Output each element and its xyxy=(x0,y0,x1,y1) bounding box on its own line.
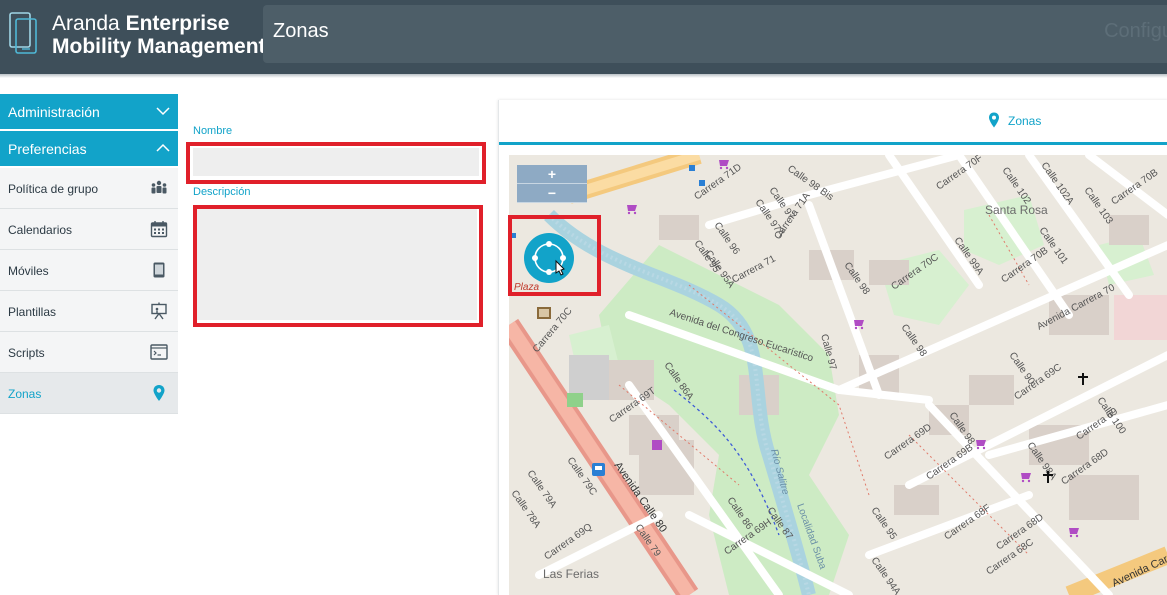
sidebar-section-preferencias[interactable]: Preferencias xyxy=(0,131,178,168)
sidebar-item-moviles[interactable]: Móviles xyxy=(0,250,178,291)
sidebar-item-label: Móviles xyxy=(8,264,49,278)
description-label: Descripción xyxy=(193,186,251,198)
terminal-icon xyxy=(150,344,168,360)
sidebar-item-zonas[interactable]: Zonas xyxy=(0,373,178,414)
tab-zonas[interactable]: Zonas xyxy=(989,112,1042,128)
map-pin-icon xyxy=(989,112,999,128)
mobile-icon xyxy=(153,262,165,278)
zoom-control: + − xyxy=(517,165,587,203)
map-marker-square xyxy=(689,165,695,171)
map-marker-square xyxy=(699,180,705,186)
shopping-bag-icon xyxy=(652,440,662,450)
sidebar-item-scripts[interactable]: Scripts xyxy=(0,332,178,373)
group-icon xyxy=(151,180,167,194)
sidebar-section-label: Administración xyxy=(8,104,100,120)
config-menu-label[interactable]: Configu xyxy=(1104,20,1167,43)
presentation-icon xyxy=(151,302,167,320)
sidebar-item-label: Scripts xyxy=(8,346,45,360)
app-logo-text: Aranda Enterprise Mobility Management xyxy=(52,12,266,58)
map-panel: Zonas Santa Rosa Las Ferias Plaza Avenid… xyxy=(498,100,1167,595)
app-header: Aranda Enterprise Mobility Management Zo… xyxy=(0,0,1167,74)
map-tab-bar: Zonas xyxy=(499,100,1167,145)
chevron-up-icon xyxy=(156,143,170,152)
name-highlight-box xyxy=(186,142,486,184)
sidebar-item-label: Calendarios xyxy=(8,223,73,237)
map-pin-icon xyxy=(153,385,165,401)
zoom-in-button[interactable]: + xyxy=(517,165,587,184)
title-bar: Zonas Configu xyxy=(263,5,1167,63)
tab-zonas-label: Zonas xyxy=(1008,114,1042,128)
chevron-down-icon xyxy=(156,107,170,116)
header-shadow xyxy=(0,74,1167,78)
sidebar-item-plantillas[interactable]: Plantillas xyxy=(0,291,178,332)
cinema-icon xyxy=(537,307,551,319)
zoom-out-button[interactable]: − xyxy=(517,184,587,203)
draw-tool-highlight-box xyxy=(508,215,601,296)
map-view[interactable]: Santa Rosa Las Ferias Plaza Avenida del … xyxy=(509,155,1167,595)
sidebar-item-label: Plantillas xyxy=(8,305,57,319)
park-icon xyxy=(567,393,583,407)
logo-light-text: Aranda xyxy=(52,12,126,35)
sidebar-section-administracion[interactable]: Administración xyxy=(0,94,178,131)
name-label: Nombre xyxy=(193,125,233,137)
sidebar-item-politica-de-grupo[interactable]: Política de grupo xyxy=(0,168,178,209)
logo-bold-text-1: Enterprise xyxy=(125,12,230,35)
sidebar: Administración Preferencias Política de … xyxy=(0,94,178,414)
sidebar-item-label: Política de grupo xyxy=(8,182,99,196)
street-map[interactable]: Santa Rosa Las Ferias Plaza Avenida del … xyxy=(509,155,1167,595)
bus-stop-icon xyxy=(592,463,605,476)
sidebar-item-label: Zonas xyxy=(8,387,42,401)
calendar-icon xyxy=(150,221,168,238)
logo-bold-text-2: Mobility Management xyxy=(52,35,266,58)
map-label-las-ferias: Las Ferias xyxy=(543,567,599,581)
page-title: Zonas xyxy=(273,20,329,42)
sidebar-item-calendarios[interactable]: Calendarios xyxy=(0,209,178,250)
description-highlight-box xyxy=(193,205,483,327)
sidebar-section-label: Preferencias xyxy=(8,141,87,157)
map-label-santa-rosa: Santa Rosa xyxy=(985,203,1048,217)
aranda-logo-icon xyxy=(9,12,37,54)
